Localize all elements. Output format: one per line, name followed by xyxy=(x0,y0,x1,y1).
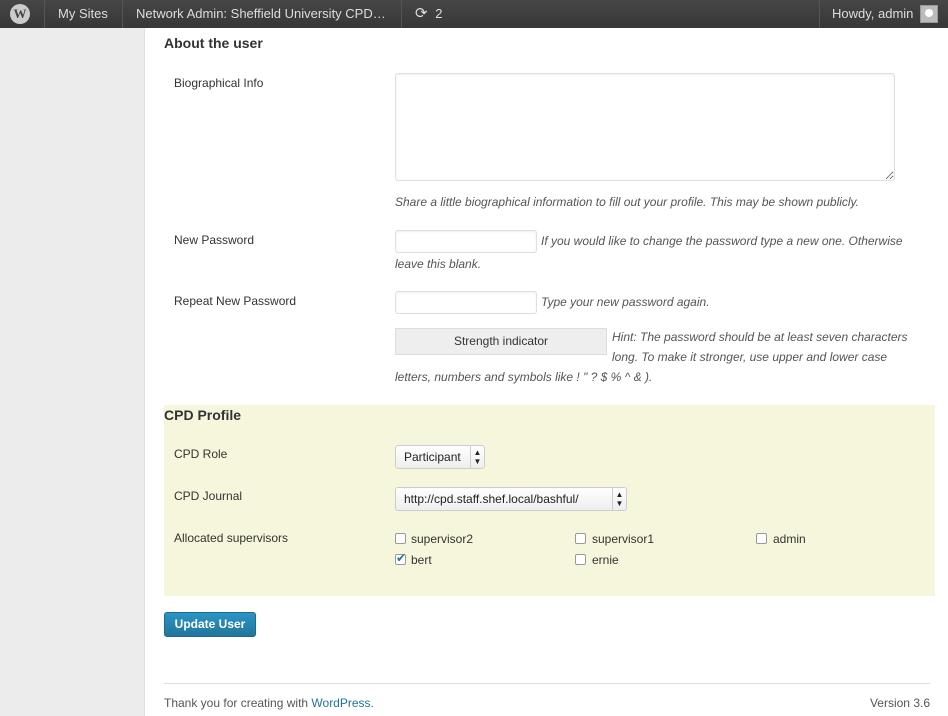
bio-textarea[interactable] xyxy=(395,73,895,181)
supervisor-checkbox[interactable] xyxy=(756,533,767,544)
new-password-label: New Password xyxy=(174,233,255,247)
new-password-input[interactable] xyxy=(395,230,537,253)
admin-bar-separator xyxy=(122,0,123,28)
supervisor-label: supervisor2 xyxy=(411,532,474,546)
repeat-password-input[interactable] xyxy=(395,291,537,314)
update-user-button[interactable]: Update User xyxy=(164,612,256,637)
supervisor-checkbox[interactable] xyxy=(395,551,406,565)
bio-label: Biographical Info xyxy=(174,76,264,90)
updates-link[interactable]: ⟳ 2 xyxy=(403,0,454,28)
footer-credit: Thank you for creating with WordPress. xyxy=(164,696,374,710)
footer-thanks-text: Thank you for creating with xyxy=(164,696,312,710)
new-password-description: If you would like to change the password… xyxy=(541,234,903,248)
admin-bar-separator xyxy=(401,0,402,28)
supervisor-label: ernie xyxy=(592,553,619,567)
supervisors-label: Allocated supervisors xyxy=(174,531,289,545)
password-hint: Hint: The password should be at least se… xyxy=(612,330,908,344)
wordpress-link[interactable]: WordPress xyxy=(311,696,370,710)
footer-thanks-suffix: . xyxy=(370,696,374,710)
footer-divider xyxy=(164,683,930,684)
howdy-label: Howdy, admin xyxy=(832,6,914,21)
version-text: Version 3.6 xyxy=(869,696,930,710)
repeat-password-label: Repeat New Password xyxy=(174,294,297,308)
cpd-role-value: Participant xyxy=(404,450,461,464)
select-arrows-icon: ▲ ▼ xyxy=(612,488,626,510)
supervisor-checkbox[interactable] xyxy=(575,554,586,565)
cpd-journal-value: http://cpd.staff.shef.local/bashful/ xyxy=(404,492,579,506)
wordpress-logo-icon[interactable]: W xyxy=(10,4,30,24)
password-hint-cont: long. To make it stronger, use upper and… xyxy=(612,350,888,364)
cpd-profile-heading: CPD Profile xyxy=(164,407,242,423)
bio-description: Share a little biographical information … xyxy=(395,195,860,209)
cpd-role-label: CPD Role xyxy=(174,447,228,461)
admin-sidebar xyxy=(0,28,145,716)
supervisor-checkbox[interactable] xyxy=(575,533,586,544)
avatar[interactable] xyxy=(920,5,938,23)
supervisor-checkbox[interactable] xyxy=(395,533,406,544)
network-admin-link[interactable]: Network Admin: Sheffield University CPD… xyxy=(124,0,398,28)
admin-bar: W My Sites Network Admin: Sheffield Univ… xyxy=(0,0,948,28)
select-arrows-icon: ▲ ▼ xyxy=(470,446,484,468)
main-content: About the user Biographical Info Share a… xyxy=(145,28,948,716)
updates-count: 2 xyxy=(435,6,443,21)
my-sites-link[interactable]: My Sites xyxy=(46,0,120,28)
supervisor-label: bert xyxy=(411,553,432,567)
about-user-heading: About the user xyxy=(164,35,263,51)
cpd-journal-select[interactable]: http://cpd.staff.shef.local/bashful/ ▲ ▼ xyxy=(395,487,627,511)
repeat-password-description: Type your new password again. xyxy=(541,295,710,309)
password-strength-indicator: Strength indicator xyxy=(395,328,607,355)
new-password-description-cont: leave this blank. xyxy=(395,257,482,271)
refresh-icon: ⟳ xyxy=(415,5,428,22)
password-hint-cont2: letters, numbers and symbols like ! " ? … xyxy=(395,370,653,384)
supervisor-label: admin xyxy=(773,532,806,546)
cpd-profile-section: CPD Profile CPD Role Participant ▲ ▼ CPD … xyxy=(164,405,935,596)
supervisor-label: supervisor1 xyxy=(592,532,655,546)
admin-bar-separator xyxy=(44,0,45,28)
cpd-role-select[interactable]: Participant ▲ ▼ xyxy=(395,445,485,469)
cpd-journal-label: CPD Journal xyxy=(174,489,243,503)
